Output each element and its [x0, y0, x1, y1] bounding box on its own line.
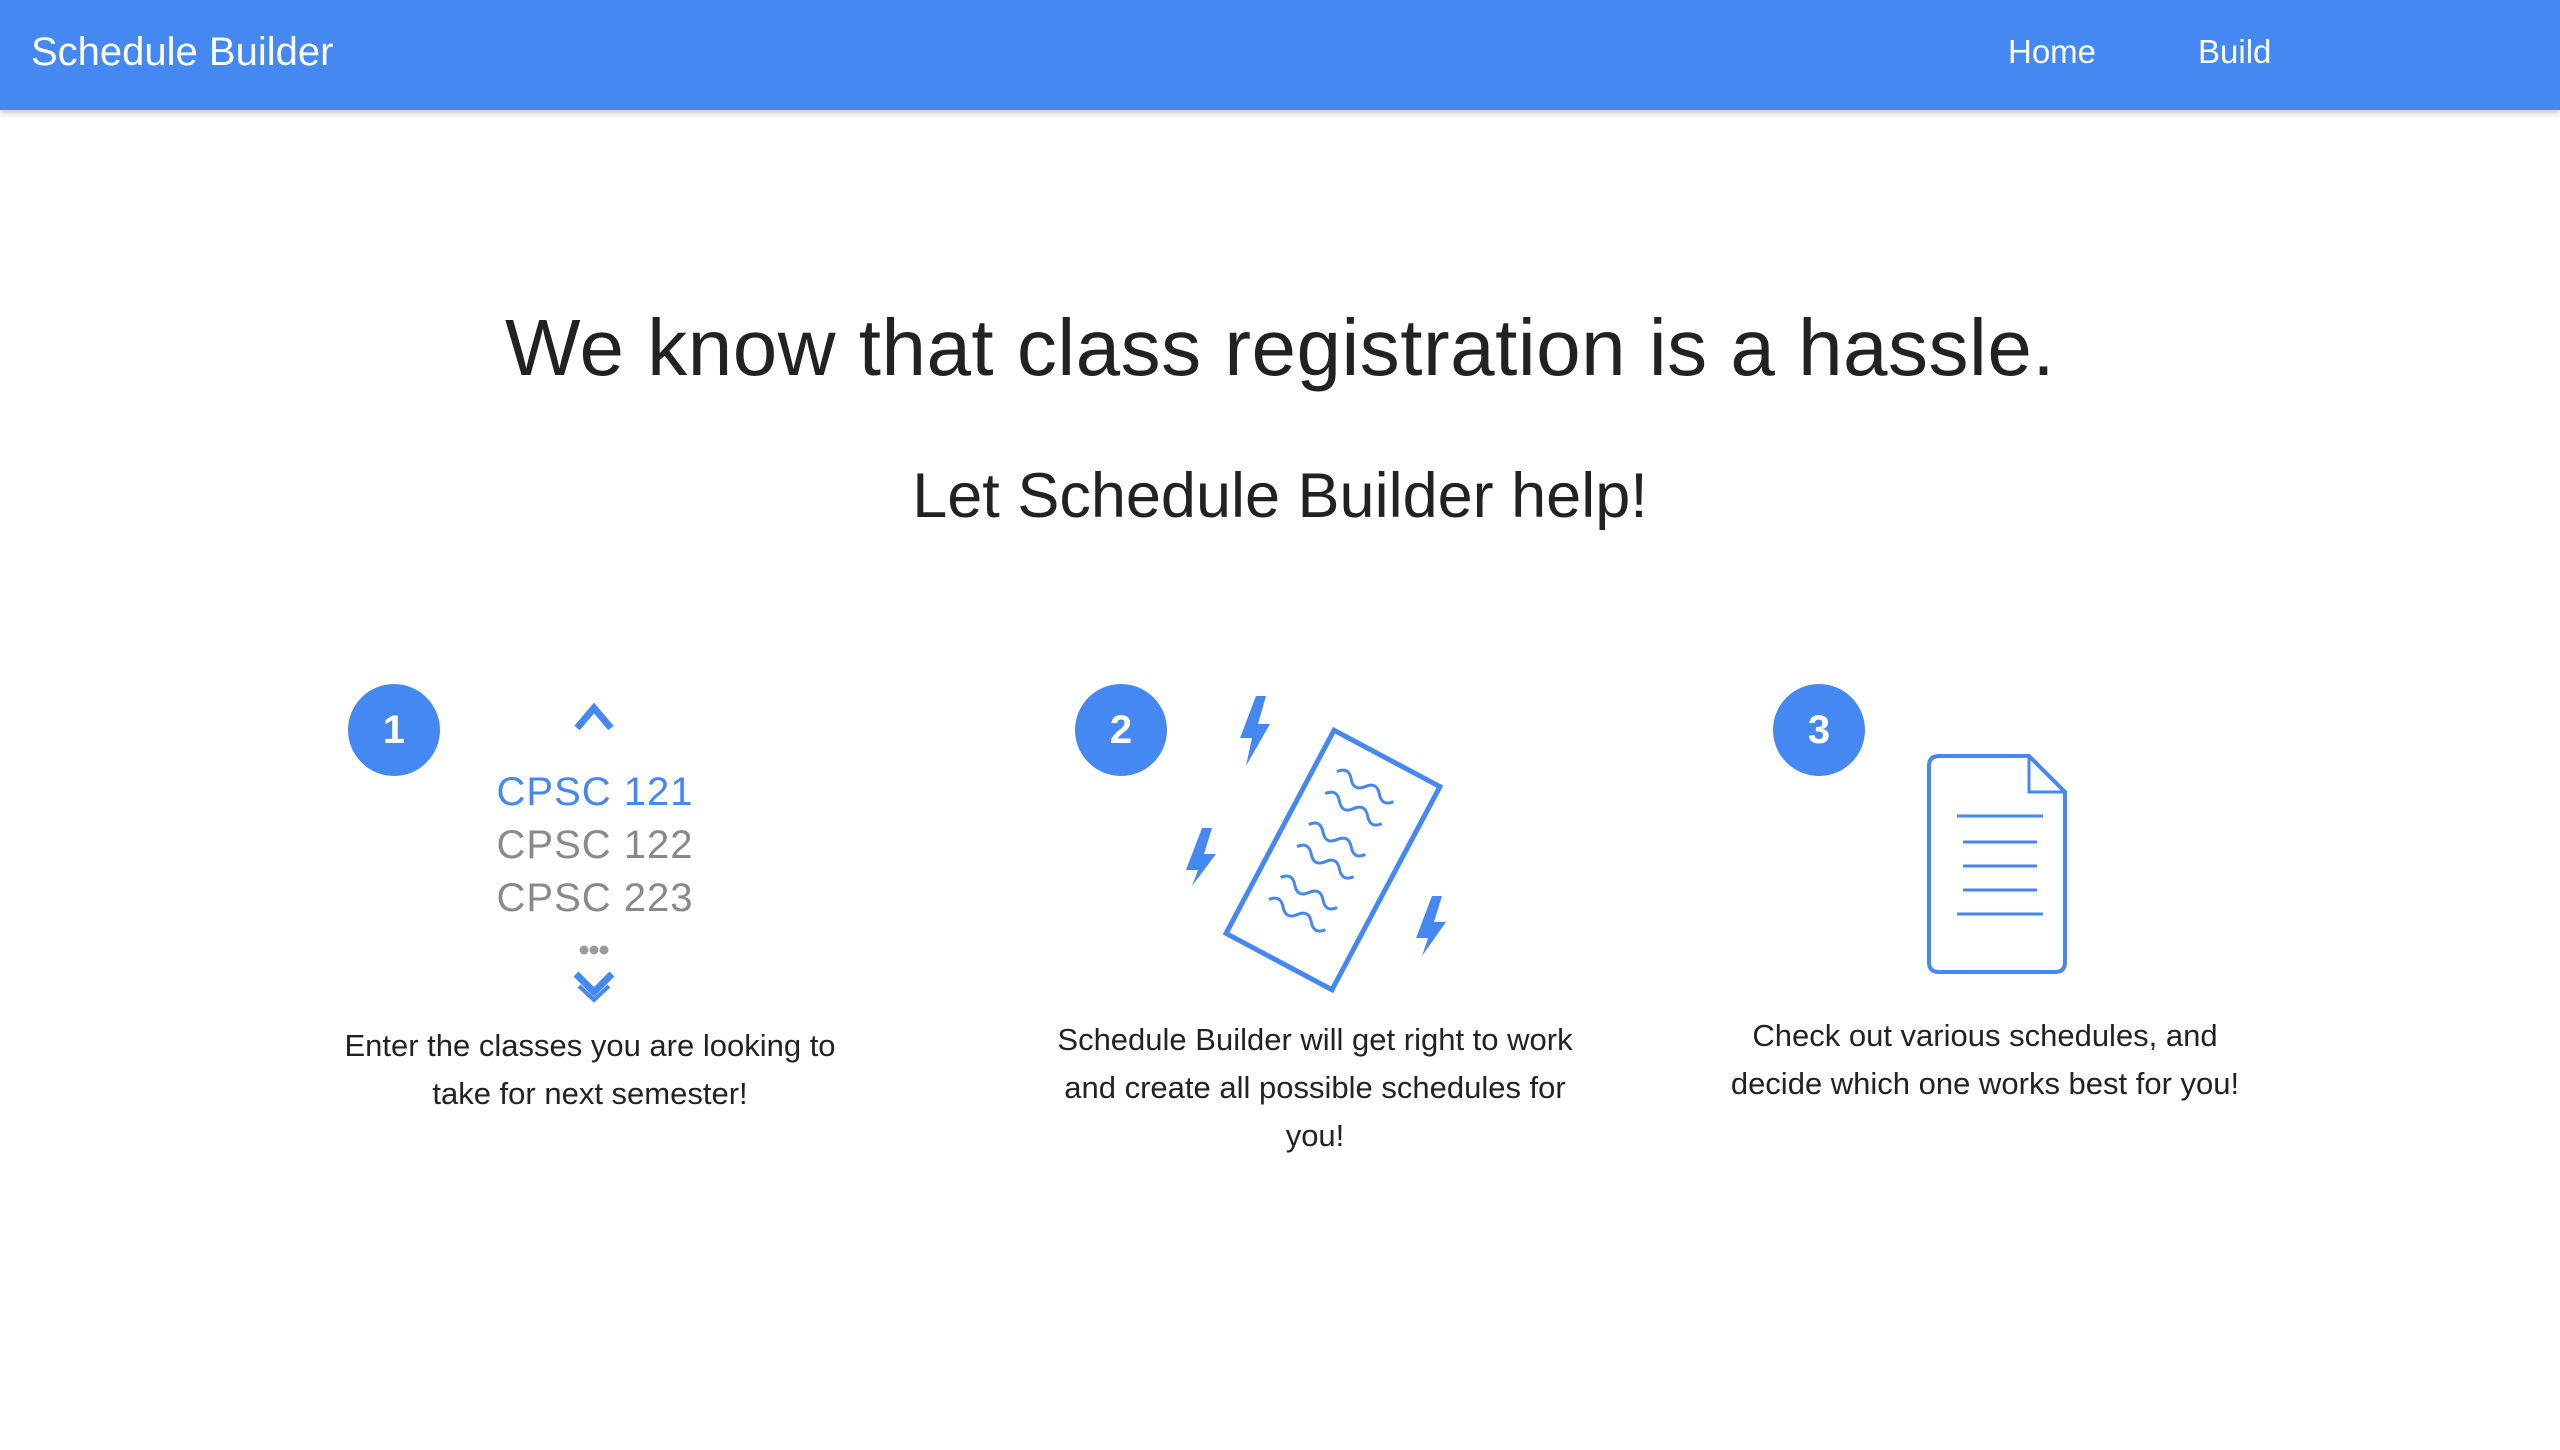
top-navbar: Schedule Builder Home Build: [0, 0, 2560, 110]
nav-links: Home Build: [0, 0, 2560, 104]
step-number-badge: 1: [348, 684, 440, 776]
course-list: CPSC 121 CPSC 122 CPSC 223: [480, 766, 710, 925]
step-number-badge: 2: [1075, 684, 1167, 776]
course-item: CPSC 223: [496, 876, 694, 920]
ellipsis-icon: [579, 945, 609, 955]
lightning-bolt-icon: [1240, 696, 1270, 766]
course-item: CPSC 122: [496, 823, 694, 867]
step-caption: Schedule Builder will get right to work …: [1057, 1022, 1573, 1153]
step-caption: Check out various schedules, and decide …: [1730, 1018, 2240, 1101]
hero-subheadline: Let Schedule Builder help!: [912, 461, 1648, 531]
lightning-bolt-icon: [1416, 896, 1446, 956]
nav-build-link[interactable]: Build: [2198, 0, 2271, 104]
schedule-generating-icon: [1170, 690, 1470, 1000]
chevron-up-icon: [574, 702, 614, 731]
chevron-down-icon: [573, 971, 615, 1003]
hero-headline: We know that class registration is a has…: [504, 303, 2056, 392]
course-list-scroll-icon: CPSC 121 CPSC 122 CPSC 223: [480, 690, 710, 1010]
lightning-bolt-icon: [1186, 828, 1216, 886]
step-caption: Enter the classes you are looking to tak…: [344, 1028, 836, 1111]
course-item: CPSC 121: [496, 770, 694, 814]
document-icon: [1925, 752, 2075, 978]
step-number-badge: 3: [1773, 684, 1865, 776]
nav-home-link[interactable]: Home: [2008, 0, 2096, 104]
